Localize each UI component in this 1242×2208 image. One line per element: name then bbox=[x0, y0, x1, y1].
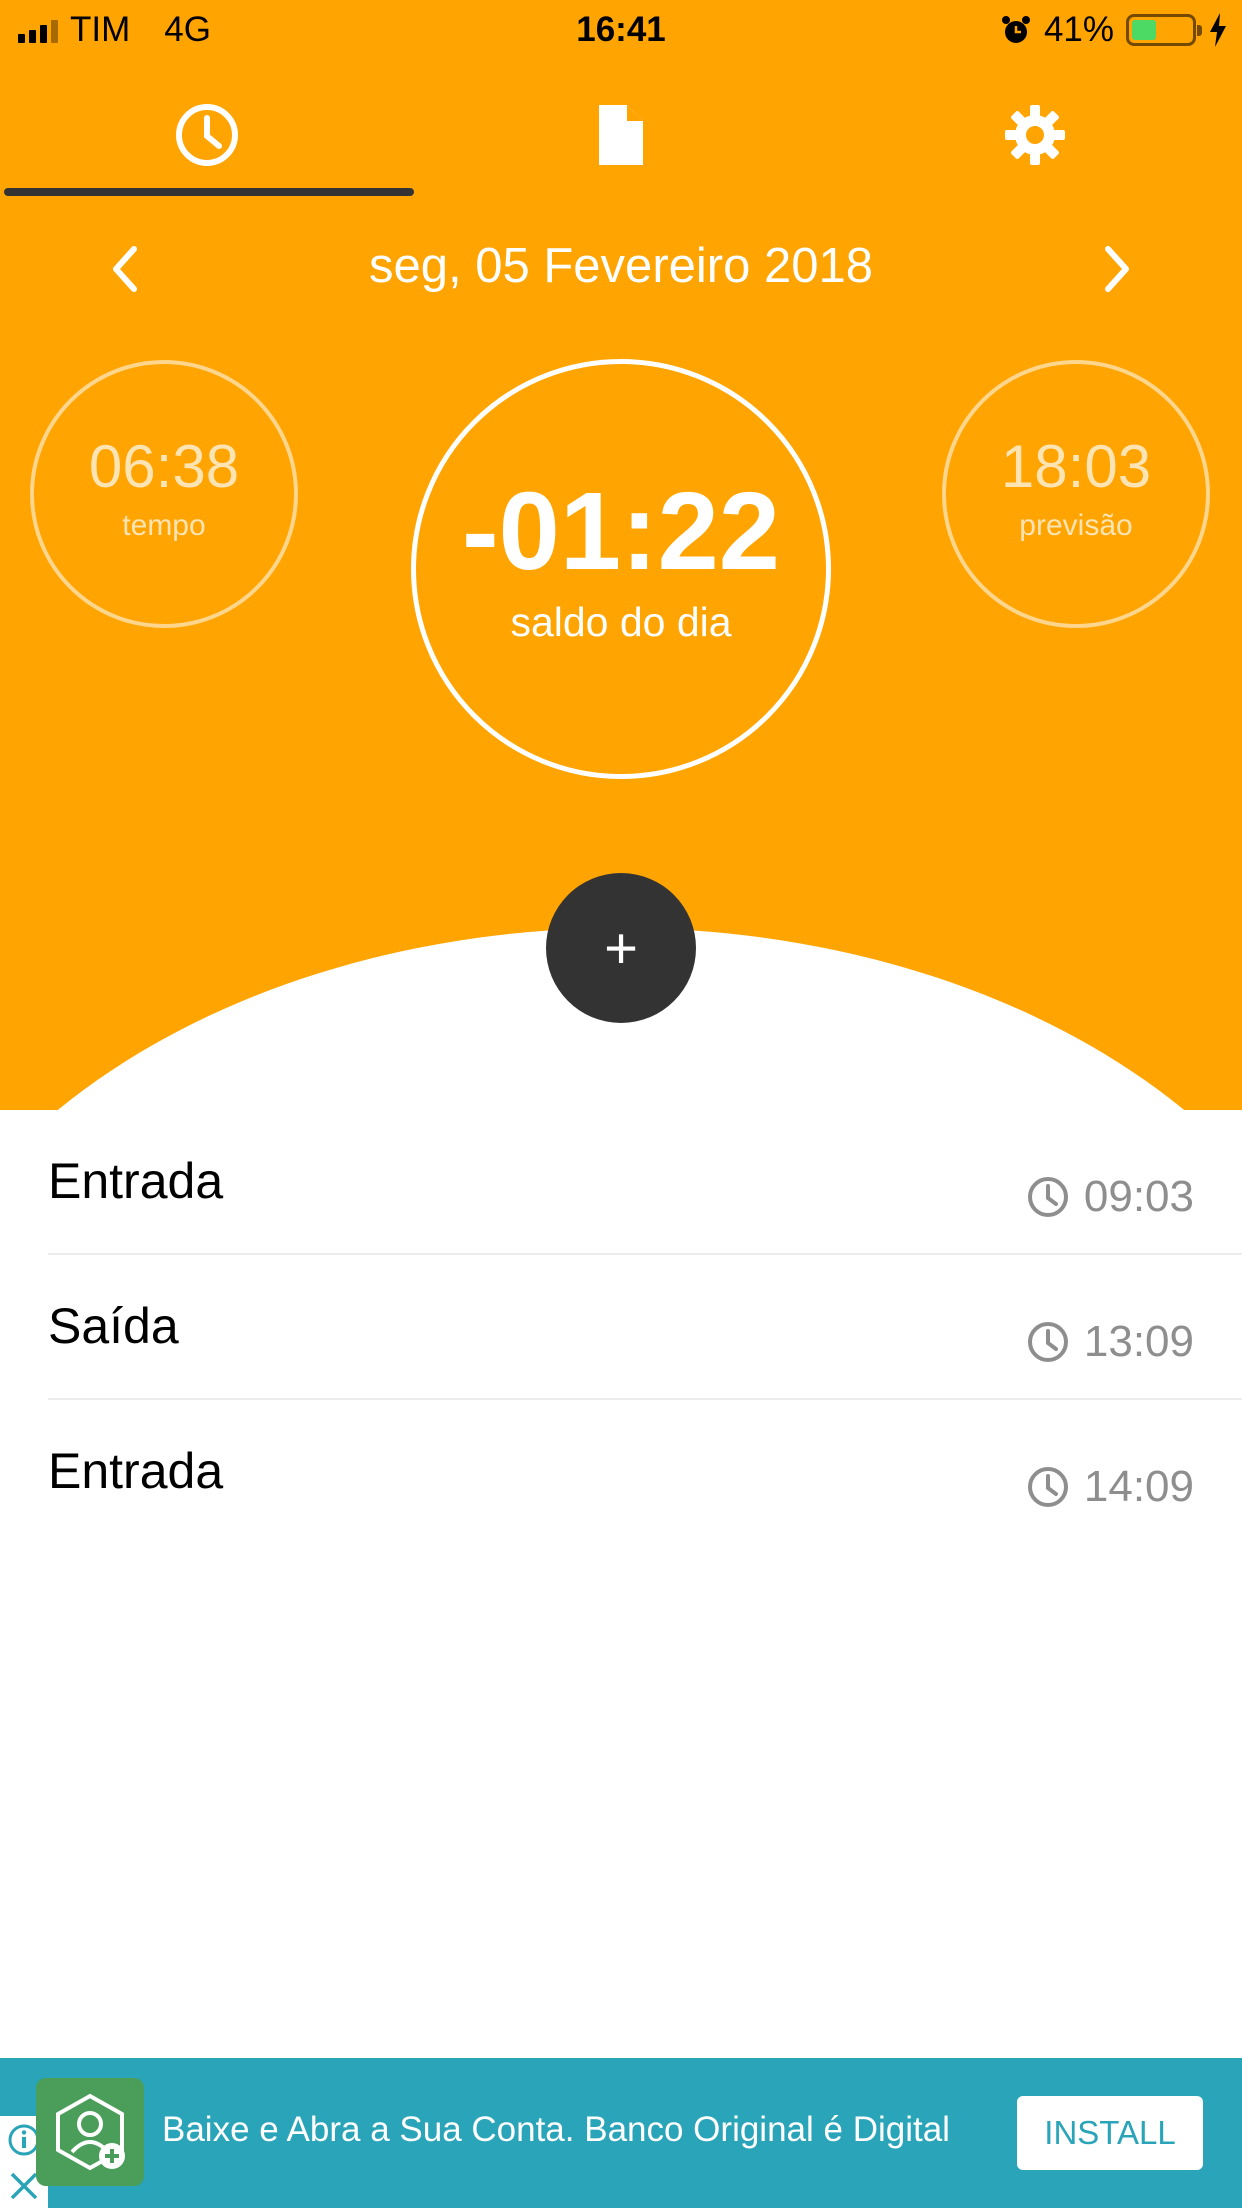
status-bar: TIM 4G 16:41 41% bbox=[0, 0, 1242, 60]
current-date: seg, 05 Fevereiro 2018 bbox=[369, 239, 873, 293]
tab-bar bbox=[0, 70, 1242, 200]
entry-time: 13:09 bbox=[1083, 1317, 1194, 1366]
tab-clock[interactable] bbox=[0, 70, 414, 200]
list-item[interactable]: Entrada 14:09 bbox=[48, 1400, 1242, 1545]
day-balance-label: saldo do dia bbox=[510, 599, 732, 645]
advertiser-app-icon bbox=[36, 2078, 144, 2186]
clock-icon bbox=[1027, 1467, 1068, 1507]
day-balance-circle: -01:22 saldo do dia bbox=[411, 359, 831, 779]
tab-report[interactable] bbox=[414, 70, 828, 200]
ad-headline: Baixe e Abra a Sua Conta. Banco Original… bbox=[162, 2110, 950, 2149]
date-navigator: seg, 05 Fevereiro 2018 bbox=[0, 230, 1242, 300]
entry-type: Entrada bbox=[48, 1443, 224, 1499]
chevron-right-icon bbox=[1105, 246, 1129, 292]
install-button[interactable]: INSTALL bbox=[1017, 2096, 1203, 2170]
tab-settings[interactable] bbox=[828, 70, 1242, 200]
worked-time-circle: 06:38 tempo bbox=[30, 360, 298, 628]
document-icon bbox=[599, 105, 643, 165]
entry-time: 09:03 bbox=[1083, 1172, 1194, 1221]
clock-icon bbox=[1027, 1177, 1068, 1217]
forecast-circle: 18:03 previsão bbox=[942, 360, 1210, 628]
forecast-label: previsão bbox=[1019, 508, 1133, 542]
list-item[interactable]: Saída 13:09 bbox=[48, 1255, 1242, 1400]
clock-icon bbox=[176, 104, 238, 166]
entry-type: Entrada bbox=[48, 1153, 224, 1209]
clock-icon bbox=[1027, 1322, 1068, 1362]
next-day-button[interactable] bbox=[1082, 234, 1152, 304]
forecast-value: 18:03 bbox=[1000, 432, 1152, 500]
day-balance-value: -01:22 bbox=[462, 470, 780, 593]
gear-icon bbox=[1005, 105, 1065, 165]
worked-time-value: 06:38 bbox=[88, 432, 240, 500]
battery-icon bbox=[1126, 14, 1202, 46]
entry-type: Saída bbox=[48, 1298, 179, 1354]
worked-time-label: tempo bbox=[122, 508, 206, 542]
time-entries-list: Entrada 09:03 Saída 13:09 Entrada 14:09 bbox=[0, 1110, 1242, 1545]
ad-banner[interactable]: Baixe e Abra a Sua Conta. Banco Original… bbox=[0, 2058, 1242, 2208]
charging-icon bbox=[1210, 13, 1226, 47]
alarm-icon bbox=[1001, 16, 1030, 43]
add-entry-button[interactable]: + bbox=[546, 873, 696, 1023]
battery-percent: 41% bbox=[1043, 10, 1114, 49]
user-add-icon bbox=[56, 2093, 125, 2171]
active-tab-indicator bbox=[4, 188, 414, 196]
entry-time: 14:09 bbox=[1083, 1462, 1194, 1511]
list-item[interactable]: Entrada 09:03 bbox=[48, 1110, 1242, 1255]
